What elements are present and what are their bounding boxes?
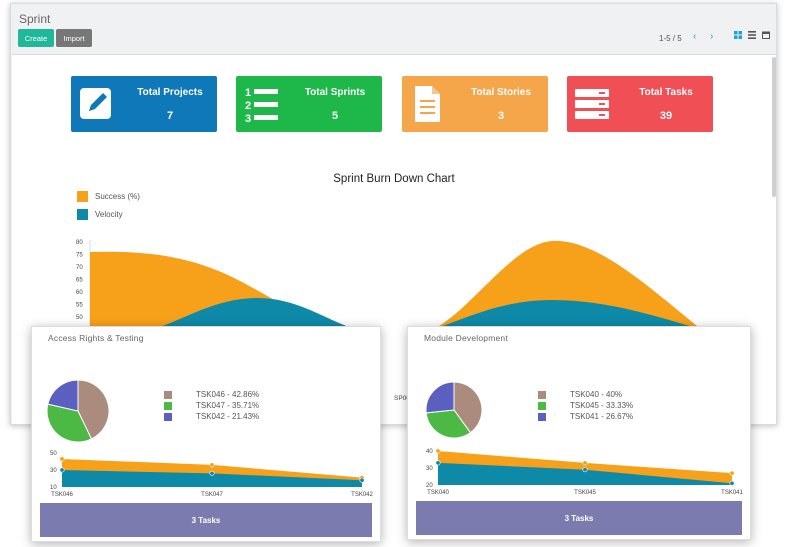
card-value: 3 xyxy=(497,110,505,122)
card-total-tasks[interactable]: Total Tasks 39 xyxy=(567,76,713,132)
pie-legend: TSK046 - 42.86% TSK047 - 35.71% TSK042 -… xyxy=(164,389,259,422)
page-title: Sprint xyxy=(19,12,51,26)
legend-label: Success (%) xyxy=(95,192,140,201)
legend-item-velocity[interactable]: Velocity xyxy=(77,209,123,220)
numbered-list-icon: 1 2 3 xyxy=(245,87,278,124)
legend-label: TSK041 - 26.67% xyxy=(570,412,634,421)
legend-swatch xyxy=(164,412,172,421)
data-point[interactable] xyxy=(729,480,735,486)
legend-label: TSK042 - 21.43% xyxy=(196,412,260,421)
data-point[interactable] xyxy=(435,448,441,454)
y-tick-label: 60 xyxy=(76,290,83,296)
legend-swatch xyxy=(538,390,546,399)
pie-legend: TSK040 - 40% TSK045 - 33.33% TSK041 - 26… xyxy=(538,389,633,422)
card-value: 39 xyxy=(659,110,673,122)
task-area-chart: 50 30 10TSK046 TSK047 TSK042 xyxy=(50,451,373,498)
svg-text:1: 1 xyxy=(245,87,251,99)
data-point[interactable] xyxy=(59,467,65,473)
data-point[interactable] xyxy=(209,462,215,468)
pencil-icon xyxy=(80,88,111,119)
data-point[interactable] xyxy=(59,456,65,462)
legend-swatch xyxy=(77,209,88,220)
import-button[interactable]: Import xyxy=(56,29,92,47)
document-icon xyxy=(415,86,440,122)
y-tick-label: 10 xyxy=(50,485,57,491)
kanban-view-icon[interactable] xyxy=(734,31,742,39)
card-total-stories[interactable]: Total Stories 3 xyxy=(402,76,548,132)
pie-chart xyxy=(425,381,483,439)
y-tick-label: 50 xyxy=(50,451,57,457)
legend-swatch xyxy=(77,191,88,202)
legend-label: TSK040 - 40% xyxy=(570,390,623,399)
y-tick-label: 70 xyxy=(76,265,83,271)
svg-text:2: 2 xyxy=(245,100,251,112)
legend-row: TSK047 - 35.71% xyxy=(164,400,259,411)
chart-title: Sprint Burn Down Chart xyxy=(333,173,455,185)
legend-swatch xyxy=(164,401,172,410)
screenshot-stage: Sprint Create Import 1-5 / 5 ‹ › Total P… xyxy=(0,0,800,547)
y-tick-label: 55 xyxy=(76,303,83,309)
y-tick-label: 65 xyxy=(76,278,83,284)
card-value: 7 xyxy=(166,110,174,122)
pie-chart xyxy=(46,379,110,443)
data-point[interactable] xyxy=(729,470,735,476)
legend-row: TSK042 - 21.43% xyxy=(164,411,259,422)
legend-row: TSK045 - 33.33% xyxy=(538,400,633,411)
panel-access-rights: Access Rights & Testing TSK046 - 42.86% … xyxy=(31,326,381,542)
calendar-view-icon[interactable] xyxy=(762,31,770,39)
y-tick-label: 50 xyxy=(76,315,83,321)
data-point[interactable] xyxy=(582,460,588,466)
legend-row: TSK040 - 40% xyxy=(538,389,633,400)
legend-label: TSK047 - 35.71% xyxy=(196,401,260,410)
svg-text:3: 3 xyxy=(245,113,251,124)
card-label: Total Sprints xyxy=(304,87,366,98)
x-tick-label: TSK040 xyxy=(427,490,449,496)
tasks-count-bar[interactable]: 3 Tasks xyxy=(40,503,372,537)
chevron-left-icon[interactable]: ‹ xyxy=(693,31,696,42)
y-tick-label: 30 xyxy=(426,466,433,472)
legend-label: TSK045 - 33.33% xyxy=(570,401,634,410)
legend-row: TSK041 - 26.67% xyxy=(538,411,633,422)
server-icon xyxy=(575,89,609,119)
y-tick-label: 20 xyxy=(426,483,433,489)
legend-label: Velocity xyxy=(95,210,123,219)
panel-module-development: Module Development TSK040 - 40% TSK045 -… xyxy=(407,326,751,540)
x-tick-label: TSK041 xyxy=(721,490,743,496)
y-tick-label: 75 xyxy=(76,253,83,259)
y-tick-label: 30 xyxy=(50,468,57,474)
x-tick-label: TSK045 xyxy=(574,490,596,496)
data-point[interactable] xyxy=(435,460,441,466)
panel-title: Access Rights & Testing xyxy=(48,333,144,343)
legend-label: TSK046 - 42.86% xyxy=(196,390,260,399)
chevron-right-icon[interactable]: › xyxy=(710,31,713,42)
card-label: Total Tasks xyxy=(639,87,693,98)
tasks-count-bar[interactable]: 3 Tasks xyxy=(416,501,742,535)
legend-row: TSK046 - 42.86% xyxy=(164,389,259,400)
legend-swatch xyxy=(538,401,546,410)
task-area-chart: 40 30 20TSK040 TSK045 TSK041 xyxy=(426,448,743,496)
x-tick-label: TSK042 xyxy=(351,492,373,498)
card-label: Total Stories xyxy=(471,87,531,98)
pie-slice[interactable] xyxy=(425,381,455,414)
data-point[interactable] xyxy=(582,467,588,473)
pager-text: 1-5 / 5 xyxy=(659,34,682,43)
y-tick-label: 40 xyxy=(426,449,433,455)
y-tick-label: 80 xyxy=(76,240,83,246)
panel-title: Module Development xyxy=(424,333,508,343)
card-total-projects[interactable]: Total Projects 7 xyxy=(71,76,217,132)
legend-item-success[interactable]: Success (%) xyxy=(77,191,140,202)
legend-swatch xyxy=(164,390,172,399)
create-button[interactable]: Create xyxy=(18,29,54,47)
legend-swatch xyxy=(538,412,546,421)
card-value: 5 xyxy=(331,110,339,122)
list-view-icon[interactable] xyxy=(748,31,756,39)
data-point[interactable] xyxy=(209,470,215,476)
card-total-sprints[interactable]: 1 2 3 Total Sprints 5 xyxy=(236,76,382,132)
card-label: Total Projects xyxy=(137,87,203,98)
data-point[interactable] xyxy=(359,477,365,483)
x-tick-label: TSK046 xyxy=(51,492,73,498)
x-tick-label: TSK047 xyxy=(201,492,223,498)
